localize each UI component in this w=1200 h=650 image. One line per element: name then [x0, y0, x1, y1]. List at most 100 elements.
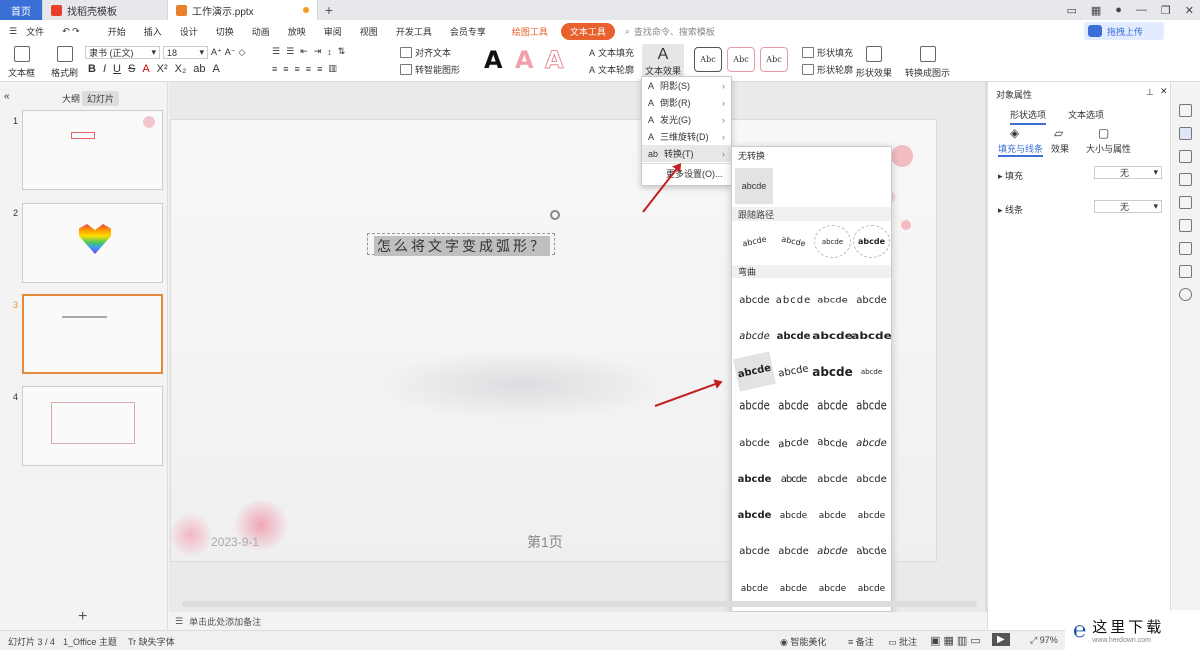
shape-style-2[interactable]: Abc — [727, 47, 755, 72]
clear-format-icon[interactable]: ◇ — [239, 47, 246, 58]
warp-option[interactable]: abcde — [814, 463, 851, 496]
strike-icon[interactable]: S — [128, 63, 135, 75]
tab-outline[interactable]: 大纲 — [57, 91, 85, 106]
properties-icon[interactable] — [1179, 127, 1192, 140]
smart-shape-button[interactable]: 转智能图形 — [400, 63, 460, 76]
book-icon[interactable] — [1179, 265, 1192, 278]
align-right-icon[interactable]: ≡ — [295, 64, 300, 74]
backup-icon[interactable] — [1179, 219, 1192, 232]
warp-option[interactable]: abcde — [775, 499, 812, 532]
menu-item-9[interactable]: 会员专享 — [441, 25, 495, 38]
menu-reflection[interactable]: A 倒影(R) › — [642, 94, 731, 111]
text-fill-button[interactable]: A 文本填充 — [589, 46, 634, 59]
warp-option[interactable]: abcde — [814, 425, 851, 461]
indent-icon[interactable]: ⇤ — [300, 46, 308, 57]
minimize-button[interactable]: — — [1136, 4, 1147, 16]
tab-shape-options[interactable]: 形状选项 — [1010, 108, 1047, 125]
rotate-handle-icon[interactable] — [550, 210, 560, 220]
warp-option[interactable]: abcde — [736, 387, 773, 427]
follow-path-option[interactable]: abcde — [733, 222, 776, 262]
font-size-select[interactable]: 18 ▾ — [163, 46, 208, 59]
justify-icon[interactable]: ≡ — [306, 64, 311, 74]
warp-option[interactable]: abcde — [775, 284, 812, 317]
image-icon[interactable] — [1179, 196, 1192, 209]
menu-item-8[interactable]: 开发工具 — [387, 25, 441, 38]
line-section[interactable]: ▸ 线条 — [998, 203, 1023, 216]
layout-icon[interactable]: ▭ — [1066, 4, 1076, 17]
align-left-icon[interactable]: ≡ — [272, 64, 277, 74]
avatar[interactable]: ● — [1115, 4, 1122, 16]
shape-style-3[interactable]: Abc — [760, 47, 788, 72]
format-painter-button[interactable]: 格式刷 — [51, 46, 78, 79]
close-icon[interactable]: ✕ — [1160, 86, 1168, 97]
warp-option[interactable]: abcde — [775, 535, 812, 568]
warp-option[interactable]: abcde — [811, 535, 854, 568]
fill-line-icon[interactable]: ◈ — [1010, 126, 1019, 140]
style-black-A[interactable]: A — [484, 46, 503, 74]
highlight-icon[interactable]: A — [213, 63, 220, 75]
notes-bar[interactable]: ☰ 单击此处添加备注 — [169, 612, 985, 630]
subtab-effect[interactable]: 效果 — [1051, 142, 1069, 155]
fill-select[interactable]: 无 ▾ — [1094, 166, 1162, 179]
undo-icon[interactable]: ↶ ↷ — [53, 26, 89, 37]
menu-3d-rotation[interactable]: A 三维旋转(D) › — [642, 128, 731, 145]
menu-item-6[interactable]: 审阅 — [315, 25, 351, 38]
textbox-button[interactable]: 文本框 — [8, 46, 35, 79]
sort-icon[interactable]: ⇅ — [338, 46, 346, 57]
outdent-icon[interactable]: ⇥ — [314, 46, 322, 57]
missing-font-button[interactable]: Tr 缺失字体 — [128, 635, 175, 648]
menu-draw-tools[interactable]: 绘图工具 — [503, 25, 557, 38]
line-spacing-icon[interactable]: ↕ — [327, 47, 332, 57]
font-color-icon[interactable]: A — [142, 63, 149, 75]
slide-thumb-4[interactable] — [22, 386, 163, 466]
subtab-size[interactable]: 大小与属性 — [1086, 142, 1131, 155]
warp-option[interactable]: abcde — [772, 352, 814, 391]
grid-icon[interactable]: ▦ — [1091, 4, 1101, 17]
tab-template[interactable]: 找稻壳模板 — [43, 0, 168, 20]
pin-icon[interactable]: ⊥ — [1146, 87, 1154, 98]
numbering-icon[interactable]: ☰ — [286, 46, 294, 57]
style-outline-A[interactable]: A — [545, 46, 565, 75]
warp-option[interactable]: abcde — [850, 535, 893, 568]
warp-option[interactable]: abcde — [736, 284, 773, 317]
warp-option[interactable]: abcde — [853, 284, 890, 317]
menu-item-7[interactable]: 视图 — [351, 25, 387, 38]
shape-effect-button[interactable]: 形状效果 — [856, 46, 892, 79]
warp-option[interactable]: abcde — [850, 427, 893, 460]
columns-icon[interactable]: ▥ — [328, 63, 337, 74]
effect-icon[interactable]: ▱ — [1054, 126, 1063, 140]
warp-option[interactable]: abcde — [814, 287, 851, 313]
horizontal-scrollbar[interactable] — [182, 601, 977, 607]
view-buttons[interactable]: ▣ ▦ ▥ ▭ — [930, 634, 981, 647]
follow-path-option[interactable]: abcde — [814, 225, 851, 258]
menu-transform[interactable]: ab 转换(T) › — [642, 145, 731, 162]
warp-option[interactable]: abcde — [853, 355, 890, 388]
warp-option[interactable]: abcde — [736, 427, 773, 460]
menu-shadow[interactable]: A 阴影(S) › — [642, 77, 731, 94]
menu-item-1[interactable]: 插入 — [135, 25, 171, 38]
italic-icon[interactable]: I — [103, 63, 106, 75]
underline-icon[interactable]: U — [113, 63, 121, 75]
menu-item-2[interactable]: 设计 — [171, 25, 207, 38]
cloud-upload-button[interactable]: 拖拽上传 — [1084, 22, 1164, 40]
tab-text-options[interactable]: 文本选项 — [1068, 108, 1104, 121]
warp-option[interactable]: abcde — [775, 320, 812, 353]
slide-title[interactable]: 怎么将文字变成弧形？ — [374, 236, 550, 256]
subscript-icon[interactable]: X₂ — [175, 63, 187, 75]
shape-fill-button[interactable]: 形状填充 — [802, 46, 853, 59]
warp-option[interactable]: abcde — [775, 387, 812, 427]
warp-option[interactable]: abcde — [810, 320, 854, 353]
play-button[interactable]: ▶ — [992, 633, 1010, 646]
menu-item-4[interactable]: 动画 — [243, 25, 279, 38]
animation-icon[interactable] — [1179, 150, 1192, 163]
notes-toggle[interactable]: ≡ 备注 — [848, 635, 874, 648]
hamburger-icon[interactable]: ☰ — [0, 26, 26, 37]
help-icon[interactable] — [1179, 288, 1192, 301]
menu-item-3[interactable]: 切换 — [207, 25, 243, 38]
warp-option[interactable]: abcde — [736, 535, 773, 568]
menu-item-5[interactable]: 放映 — [279, 25, 315, 38]
menu-file[interactable]: 文件 — [26, 25, 53, 38]
style-icon[interactable] — [1179, 104, 1192, 117]
grow-font-icon[interactable]: A⁺ — [211, 47, 222, 58]
add-slide-icon[interactable]: + — [78, 608, 87, 626]
